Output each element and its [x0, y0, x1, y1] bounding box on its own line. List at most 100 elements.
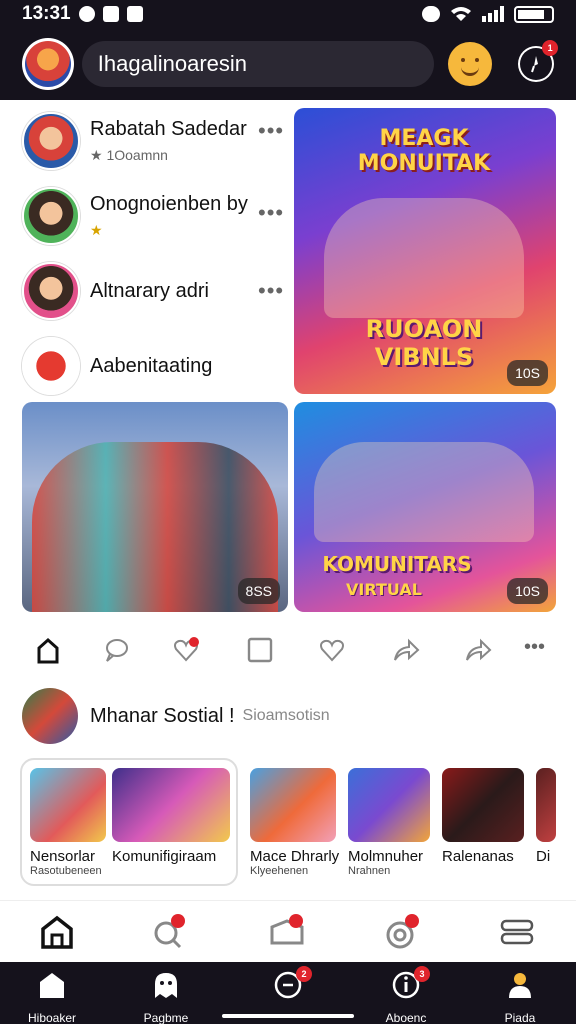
duration-badge: 8SS — [237, 578, 280, 604]
compass-badge: 1 — [542, 40, 559, 56]
search-field[interactable]: Ihagalinoaresin — [81, 41, 435, 87]
friend-name: Aabenitaating — [90, 354, 213, 377]
video-card[interactable]: MEAGK MONUITAK RUOAON VIBNLS 10S — [294, 108, 556, 394]
card-subtitle: RUOAON VIBNLS — [365, 315, 483, 371]
battery-icon — [514, 5, 554, 23]
friend-row[interactable]: Altnarary adri — [22, 262, 209, 320]
forward-icon[interactable] — [464, 636, 492, 664]
home-icon[interactable] — [38, 913, 76, 951]
video-card[interactable]: KOMUNITARS VIRTUAL 10S — [294, 402, 556, 612]
profile-avatar[interactable] — [22, 38, 74, 90]
home-indicator — [222, 1014, 354, 1018]
comment-icon[interactable] — [102, 636, 130, 664]
card-subtitle: VIRTUAL — [346, 580, 422, 599]
signal-icon — [482, 6, 504, 22]
more-icon[interactable]: ••• — [258, 278, 284, 304]
search-badge-icon[interactable] — [150, 913, 188, 951]
strip-title: Molmnuher — [348, 848, 424, 865]
status-bar: 13:31 — [0, 0, 576, 28]
silent-icon — [126, 6, 143, 22]
app-icon — [102, 6, 119, 22]
more-icon[interactable]: ••• — [258, 118, 284, 144]
strip-tile[interactable]: Molmnuher Nrahnen — [348, 768, 430, 877]
nav-badge: 2 — [296, 966, 312, 982]
top-bar: Ihagalinoaresin 1 — [0, 28, 576, 100]
friend-avatar — [22, 112, 80, 170]
strip-thumb — [348, 768, 430, 842]
nav-badge: 3 — [414, 966, 430, 982]
strip-tile[interactable]: Di — [536, 768, 556, 865]
friend-row[interactable]: Onognoienben by ★ — [22, 187, 248, 245]
nav-home-label: Hiboaker — [27, 1011, 77, 1025]
strip-tile[interactable]: Ralenanas — [442, 768, 524, 865]
friend-name: Altnarary adri — [90, 279, 209, 302]
home-filled-icon — [40, 973, 64, 998]
menu-icon[interactable] — [498, 913, 536, 951]
person-icon — [509, 973, 531, 998]
friend-name: Onognoienben by — [90, 193, 248, 215]
nav-about[interactable]: 3 Aboenc — [366, 966, 446, 1025]
friend-avatar — [22, 337, 80, 395]
smiley-icon[interactable] — [448, 42, 493, 86]
card-figures — [314, 442, 534, 542]
strip-tile[interactable]: Mace Dhrarly Klyeehenen — [250, 768, 339, 877]
nav-profile-label: Pagbme — [143, 1011, 189, 1025]
wifi-icon — [451, 7, 471, 21]
notification-icon — [78, 6, 95, 22]
friend-sub: ★ — [90, 222, 103, 238]
strip-title: Nensorlar — [30, 848, 96, 865]
bottom-nav: Hiboaker Pagbme 2 3 Aboenc Piada — [0, 962, 576, 1025]
friend-avatar — [22, 262, 80, 320]
friend-avatar — [22, 187, 80, 245]
heart-icon[interactable] — [318, 636, 346, 664]
duration-badge: 10S — [507, 360, 548, 386]
strip-title: Di — [536, 848, 551, 865]
square-icon[interactable] — [246, 636, 274, 664]
strip-sub: Nrahnen — [348, 865, 391, 877]
strip-title: Ralenanas — [442, 848, 514, 865]
more-options-icon[interactable]: ••• — [524, 636, 545, 659]
more-icon[interactable]: ••• — [258, 200, 284, 226]
strip-tile[interactable]: Komunifigiraam — [112, 768, 230, 865]
strip-title: Komunifigiraam — [112, 848, 217, 865]
card-figures — [324, 198, 524, 318]
vibrate-icon — [422, 6, 440, 22]
ghost-icon — [155, 973, 177, 998]
post-author: Mhanar Sostial ! — [90, 704, 235, 727]
friend-row[interactable]: Aabenitaating — [22, 337, 212, 395]
heart-badge-icon[interactable] — [172, 636, 200, 664]
nav-create[interactable]: 2 — [248, 966, 328, 1011]
nav-profile[interactable]: Pagbme — [126, 970, 206, 1025]
friend-sub: ★ 1Ooamnn — [90, 147, 168, 163]
card-title: KOMUNITARS — [322, 552, 472, 576]
nav-person[interactable]: Piada — [480, 970, 560, 1025]
compass-icon[interactable]: 1 — [518, 40, 559, 82]
friend-name: Rabatah Sadedar — [90, 118, 247, 140]
nav-about-label: Aboenc — [385, 1011, 427, 1025]
strip-tile[interactable]: Nensorlar Rasotubeneen — [30, 768, 106, 877]
strip-thumb — [30, 768, 106, 842]
duration-badge: 10S — [507, 578, 548, 604]
share-icon[interactable] — [392, 636, 420, 664]
target-badge-icon[interactable] — [384, 913, 422, 951]
home-outline-icon[interactable] — [34, 636, 62, 664]
story-strip: Nensorlar Rasotubeneen Komunifigiraam Ma… — [20, 758, 556, 886]
strip-thumb — [442, 768, 524, 842]
strip-thumb — [536, 768, 556, 842]
post-header[interactable]: Mhanar Sostial ! Sioamsotisn — [22, 688, 330, 744]
search-text: Ihagalinoaresin — [97, 51, 248, 76]
friend-row[interactable]: Rabatah Sadedar ★ 1Ooamnn — [22, 112, 247, 170]
tab-bar — [0, 900, 576, 962]
strip-sub: Klyeehenen — [250, 865, 309, 877]
nav-person-label: Piada — [504, 1011, 536, 1025]
strip-title: Mace Dhrarly — [250, 848, 340, 865]
post-avatar — [22, 688, 78, 744]
feed-top: Rabatah Sadedar ★ 1Ooamnn ••• Onognoienb… — [0, 100, 576, 620]
nav-home[interactable]: Hiboaker — [12, 970, 92, 1025]
card-title: MEAGK MONUITAK — [357, 126, 491, 177]
strip-sub: Rasotubeneen — [30, 865, 102, 877]
upload-badge-icon[interactable] — [268, 913, 306, 951]
strip-thumb — [112, 768, 230, 842]
video-card[interactable]: 8SS — [22, 402, 288, 612]
strip-thumb — [250, 768, 336, 842]
